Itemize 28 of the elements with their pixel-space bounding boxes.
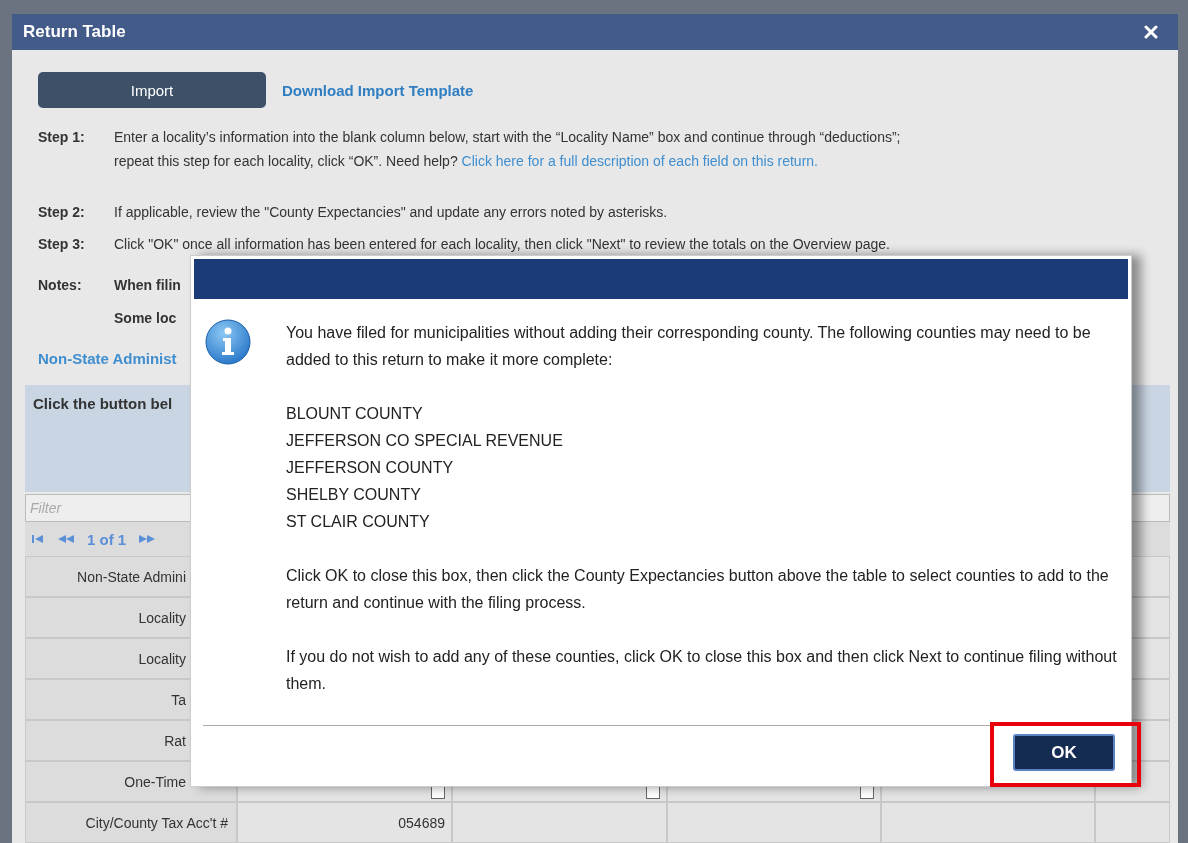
info-icon — [205, 319, 251, 365]
dialog-instruction: If you do not wish to add any of these counties, click OK to close this box and then click Next to continue filing without them. — [286, 647, 1118, 694]
county-name: JEFFERSON CO SPECIAL REVENUE — [286, 431, 564, 451]
window-title: Return Table — [23, 22, 126, 42]
county-name: SHELBY COUNTY — [286, 485, 422, 505]
step-text: Enter a locality’s information into the blank column below, start with the “Locality Name” box and continue through “deductions”; repeat this step for each locality, click “OK”. Need help? Click here for a full description of each field on this return. — [114, 128, 902, 171]
panel-text: Click the button bel — [33, 395, 173, 412]
template-link[interactable]: Download Import Template — [282, 81, 474, 99]
county-name: ST CLAIR COUNTY — [286, 512, 431, 532]
dialog-message: You have filed for municipalities without adding their corresponding county. The following counties may need to be added to this return to make it more complete: — [286, 323, 1092, 370]
help-link[interactable]: Click here for a full description of each field on this return. — [461, 153, 818, 169]
note-text: Some loc — [114, 309, 178, 328]
step-label: Step 3: — [38, 235, 86, 254]
step-text: If applicable, review the "County Expectancies" and update any errors noted by asterisks. — [114, 203, 669, 222]
table-cell: 054689 — [237, 802, 452, 843]
county-name: BLOUNT COUNTY — [286, 404, 424, 424]
page-indicator: 1 of 1 — [87, 530, 127, 548]
ok-button[interactable]: OK — [1013, 734, 1115, 771]
county-name: JEFFERSON COUNTY — [286, 458, 455, 478]
step-text: Click "OK" once all information has been entered for each locality, then click "Next" to review the totals on the Overview page. — [114, 235, 891, 254]
note-text: When filin — [114, 276, 181, 295]
step-label: Step 1: — [38, 128, 86, 147]
step-label: Step 2: — [38, 203, 86, 222]
close-icon[interactable] — [1144, 25, 1158, 39]
dialog-instruction: Click OK to close this box, then click the County Expectancies button above the table to select counties to add to the return and continue with the filing process. — [286, 566, 1110, 613]
row-header: City/County Tax Acc't # — [25, 802, 237, 843]
import-button[interactable]: Import — [38, 72, 266, 108]
notes-label: Notes: — [38, 276, 83, 295]
